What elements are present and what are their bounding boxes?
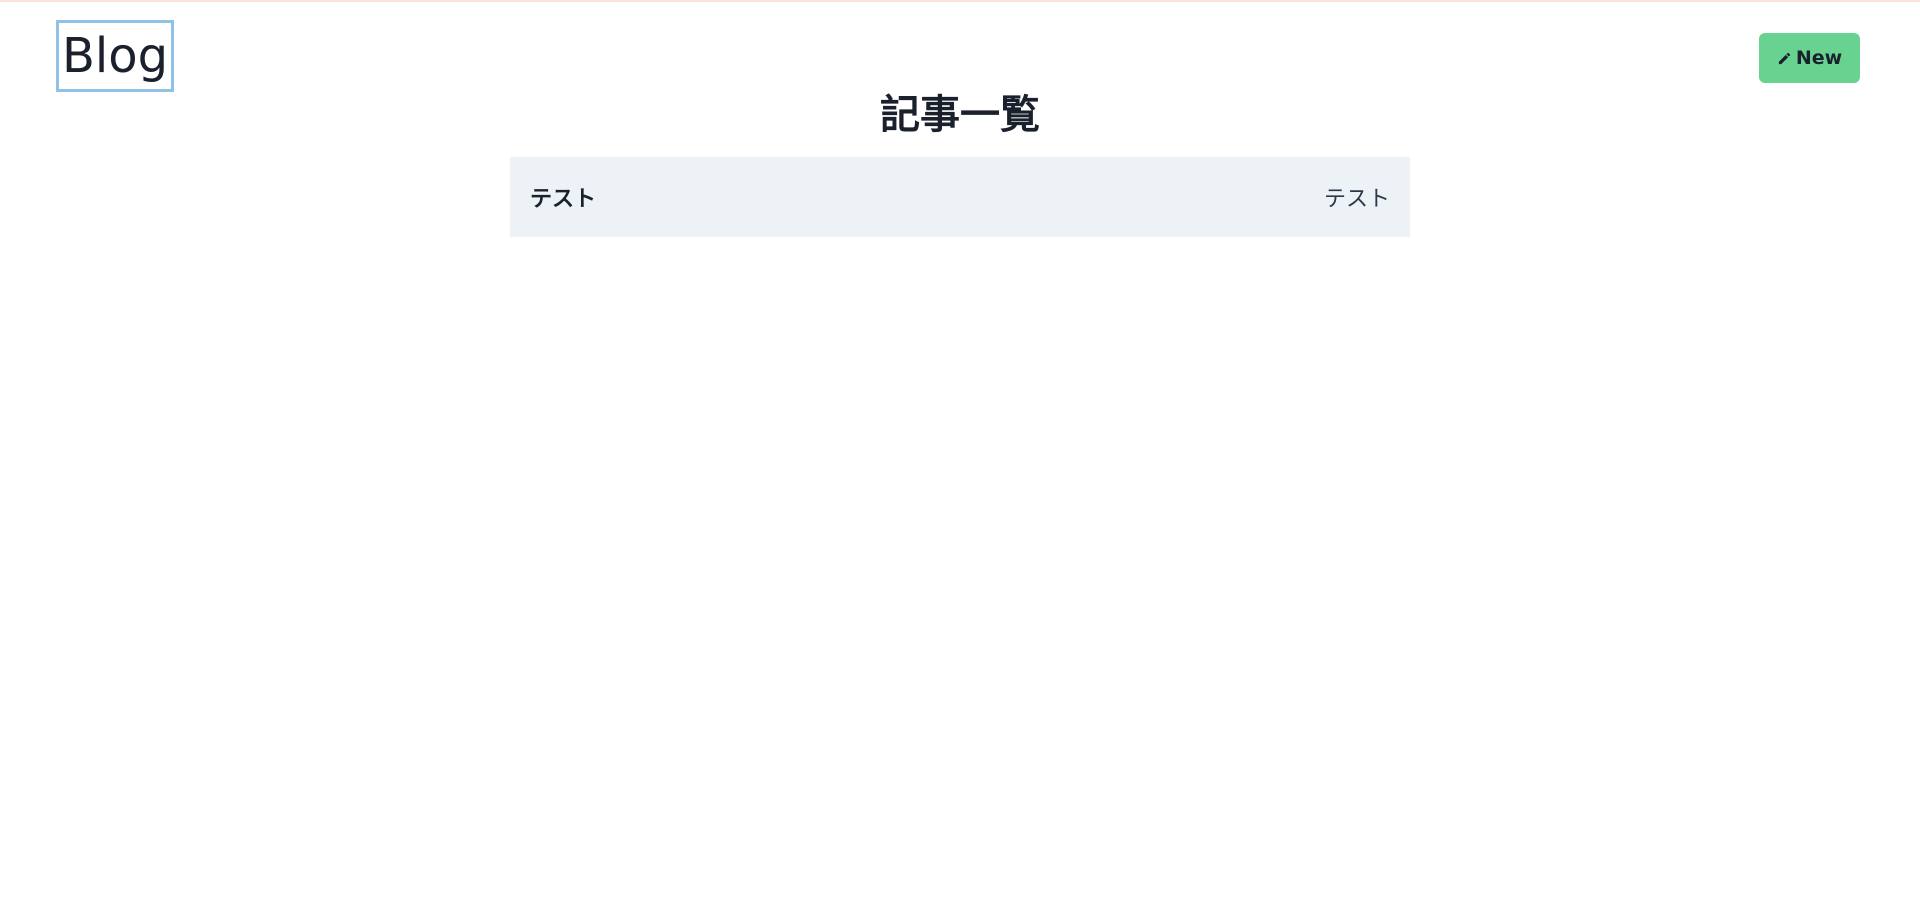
pencil-icon (1777, 51, 1792, 66)
post-excerpt: テスト (1323, 187, 1390, 212)
new-post-button-label: New (1795, 47, 1843, 69)
post-title: テスト (530, 187, 597, 212)
site-header: Blog New (0, 0, 1920, 100)
page-title: 記事一覧 (880, 92, 1040, 138)
new-post-button[interactable]: New (1759, 33, 1860, 83)
site-logo-link[interactable]: Blog (56, 20, 175, 92)
post-list-item[interactable]: テスト テスト (510, 157, 1410, 237)
post-list: テスト テスト (510, 157, 1410, 237)
